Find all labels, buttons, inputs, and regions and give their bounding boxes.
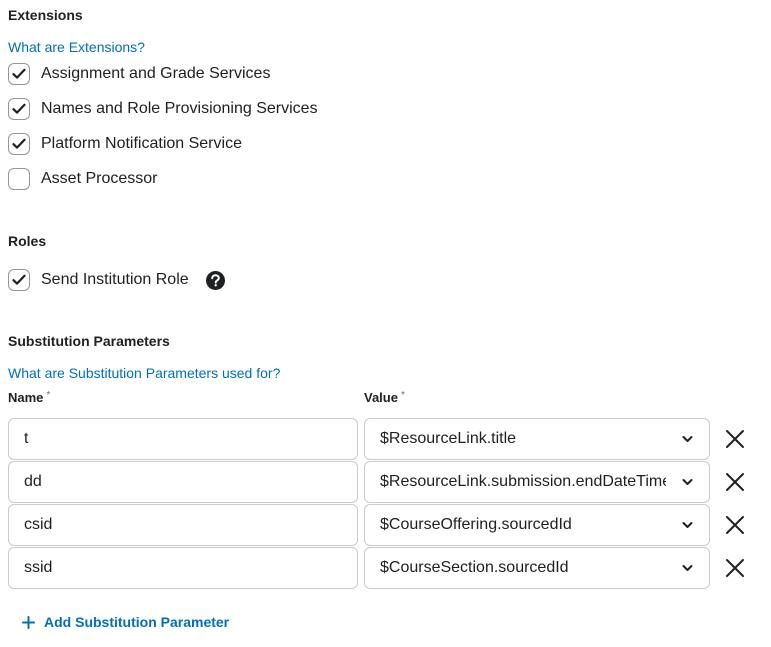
parameter-value-text: $ResourceLink.submission.endDateTime: [380, 473, 666, 490]
checkbox[interactable]: [8, 269, 30, 291]
value-column-label: Value *: [364, 390, 405, 405]
required-marker: *: [46, 390, 51, 401]
checkbox-label: Send Institution Role: [41, 271, 189, 288]
check-icon: [12, 274, 26, 285]
checkbox-row-assignment-grade[interactable]: Assignment and Grade Services: [8, 61, 270, 87]
parameter-value-select[interactable]: $ResourceLink.title: [364, 418, 710, 460]
parameter-value-text: $CourseSection.sourcedId: [380, 559, 569, 576]
add-substitution-parameter-button[interactable]: Add Substitution Parameter: [22, 614, 229, 630]
chevron-down-icon: [682, 522, 693, 528]
remove-parameter-button[interactable]: [723, 470, 747, 494]
checkbox-row-platform-notification[interactable]: Platform Notification Service: [8, 131, 242, 157]
check-icon: [12, 68, 26, 79]
chevron-down-icon: [682, 436, 693, 442]
checkbox-label: Assignment and Grade Services: [41, 65, 271, 82]
checkbox-row-send-institution-role[interactable]: Send Institution Role: [8, 267, 225, 293]
add-substitution-parameter-label: Add Substitution Parameter: [44, 614, 230, 630]
checkbox-label: Platform Notification Service: [41, 135, 242, 152]
name-column-label: Name *: [8, 390, 50, 405]
remove-parameter-button[interactable]: [723, 556, 747, 580]
parameter-value-text: $ResourceLink.title: [380, 430, 517, 447]
parameter-value-select[interactable]: $ResourceLink.submission.endDateTime: [364, 461, 710, 503]
extensions-heading: Extensions: [8, 7, 83, 23]
checkbox[interactable]: [8, 168, 30, 190]
checkbox-row-names-roles[interactable]: Names and Role Provisioning Services: [8, 96, 318, 122]
value-label-text: Value: [364, 390, 398, 405]
remove-parameter-button[interactable]: [723, 513, 747, 537]
checkbox-label: Asset Processor: [41, 170, 158, 187]
help-circle-icon[interactable]: [205, 270, 225, 290]
parameter-name-input[interactable]: [8, 547, 358, 589]
parameter-name-input[interactable]: [8, 461, 358, 503]
chevron-down-icon: [682, 479, 693, 485]
check-icon: [12, 103, 26, 114]
plus-icon: [22, 615, 35, 629]
parameter-value-select[interactable]: $CourseSection.sourcedId: [364, 547, 710, 589]
close-icon: [726, 559, 744, 577]
checkbox-row-asset-processor[interactable]: Asset Processor: [8, 166, 157, 192]
remove-parameter-button[interactable]: [723, 427, 747, 451]
required-marker: *: [400, 390, 405, 401]
substitution-heading: Substitution Parameters: [8, 333, 170, 349]
parameter-name-input[interactable]: [8, 504, 358, 546]
parameter-value-text: $CourseOffering.sourcedId: [380, 516, 572, 533]
checkbox[interactable]: [8, 133, 30, 155]
checkbox[interactable]: [8, 63, 30, 85]
checkbox[interactable]: [8, 98, 30, 120]
parameter-name-input[interactable]: [8, 418, 358, 460]
checkbox-label: Names and Role Provisioning Services: [41, 100, 318, 117]
check-icon: [12, 138, 26, 149]
extensions-help-link[interactable]: What are Extensions?: [8, 39, 145, 55]
chevron-down-icon: [682, 565, 693, 571]
parameter-value-select[interactable]: $CourseOffering.sourcedId: [364, 504, 710, 546]
name-label-text: Name: [8, 390, 44, 405]
roles-heading: Roles: [8, 233, 47, 249]
close-icon: [726, 430, 744, 448]
close-icon: [726, 473, 744, 491]
close-icon: [726, 516, 744, 534]
substitution-help-link[interactable]: What are Substitution Parameters used fo…: [8, 365, 280, 381]
